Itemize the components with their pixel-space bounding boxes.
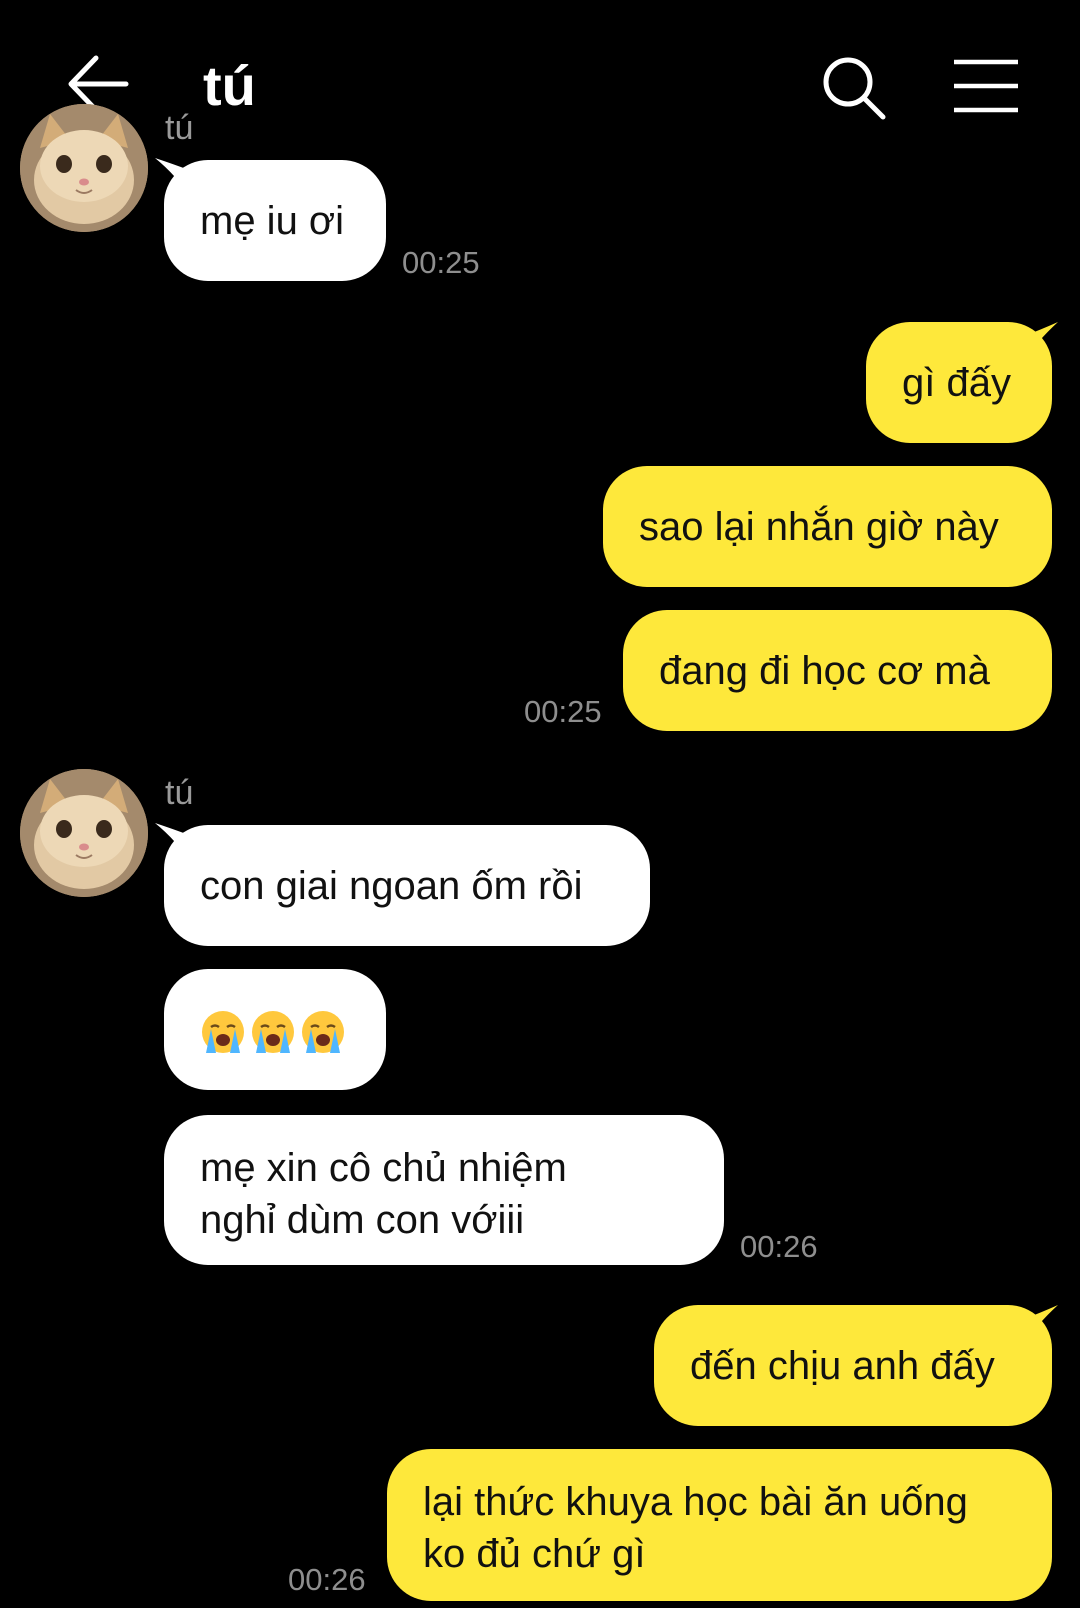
crying-face-icon xyxy=(302,1010,344,1053)
message-text: đang đi học cơ mà xyxy=(659,648,990,693)
message-bubble-outgoing[interactable]: đang đi học cơ mà xyxy=(623,610,1052,731)
message-text: gì đấy xyxy=(902,360,1011,405)
message-line: mẹ xin cô chủ nhiệm xyxy=(200,1146,567,1190)
message-timestamp: 00:26 xyxy=(288,1562,366,1597)
message-timestamp: 00:25 xyxy=(524,694,602,729)
message-bubble-incoming[interactable]: mẹ xin cô chủ nhiệm nghỉ dùm con vớiii xyxy=(164,1115,724,1265)
message-line: ko đủ chứ gì xyxy=(423,1532,646,1576)
search-icon xyxy=(823,57,886,120)
cat-avatar-icon xyxy=(20,104,148,232)
cat-avatar-icon xyxy=(20,769,148,897)
search-button[interactable] xyxy=(820,54,888,122)
menu-button[interactable] xyxy=(952,58,1020,114)
message-line: lại thức khuya học bài ăn uống xyxy=(423,1480,968,1524)
message-line: nghỉ dùm con vớiii xyxy=(200,1198,525,1242)
message-bubble-outgoing[interactable]: gì đấy xyxy=(866,322,1052,443)
sender-name: tú xyxy=(165,109,194,147)
message-text: mẹ iu ơi xyxy=(200,198,345,243)
message-timestamp: 00:26 xyxy=(740,1229,818,1264)
sender-name: tú xyxy=(165,774,194,812)
chat-header: tú xyxy=(0,0,1080,170)
crying-emoji-group xyxy=(200,1004,350,1056)
contact-avatar[interactable] xyxy=(20,769,148,897)
crying-face-icon xyxy=(202,1010,244,1053)
message-text: mẹ xin cô chủ nhiệm nghỉ dùm con vớiii xyxy=(200,1142,567,1246)
message-text: đến chịu anh đấy xyxy=(690,1343,995,1388)
message-bubble-incoming[interactable]: con giai ngoan ốm rồi xyxy=(164,825,650,946)
message-bubble-outgoing[interactable]: sao lại nhắn giờ này xyxy=(603,466,1052,587)
contact-name-title: tú xyxy=(203,54,256,117)
message-timestamp: 00:25 xyxy=(402,245,480,280)
message-bubble-incoming[interactable] xyxy=(164,969,386,1090)
hamburger-menu-icon xyxy=(954,59,1018,113)
message-bubble-incoming[interactable]: mẹ iu ơi xyxy=(164,160,386,281)
message-text: lại thức khuya học bài ăn uống ko đủ chứ… xyxy=(423,1476,968,1580)
message-bubble-outgoing[interactable]: đến chịu anh đấy xyxy=(654,1305,1052,1426)
message-bubble-outgoing[interactable]: lại thức khuya học bài ăn uống ko đủ chứ… xyxy=(387,1449,1052,1601)
crying-face-icon xyxy=(252,1010,294,1053)
contact-avatar[interactable] xyxy=(20,104,148,232)
message-text: sao lại nhắn giờ này xyxy=(639,504,999,549)
message-text: con giai ngoan ốm rồi xyxy=(200,863,583,908)
